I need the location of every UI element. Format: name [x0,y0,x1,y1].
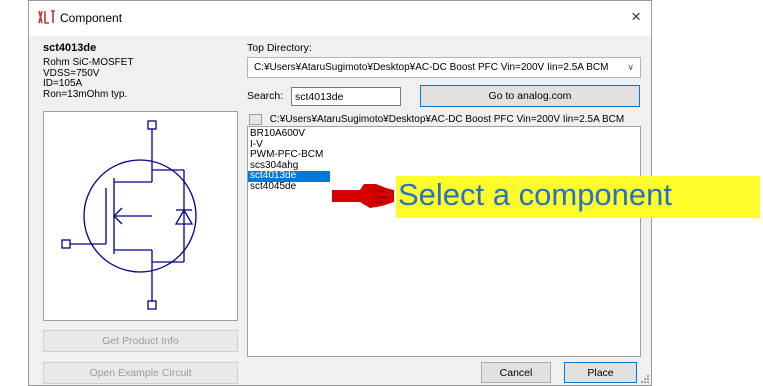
list-item[interactable]: PWM-PFC-BCM [248,149,640,161]
mosfet-symbol-icon [61,120,197,310]
description-line: ID=105A [43,78,83,89]
component-name: sct4013de [43,42,97,54]
close-icon[interactable]: × [631,8,641,26]
chevron-down-icon: ∨ [627,62,634,72]
resize-grip-icon[interactable] [641,375,649,383]
current-path-text: C:¥Users¥AtaruSugimoto¥Desktop¥AC-DC Boo… [269,114,625,126]
list-item[interactable]: scs304ahg [248,160,640,172]
title-bar: Component × [29,1,651,36]
file-list[interactable]: BR10A600V I-V PWM-PFC-BCM scs304ahg sct4… [247,126,641,357]
window-title: Component [60,11,123,25]
search-input[interactable] [291,87,401,106]
pointing-hand-icon [332,184,394,208]
search-label: Search: [247,90,284,102]
description-line: Ron=13mOhm typ. [43,88,128,100]
description-line: Rohm SiC-MOSFET [43,57,134,68]
current-path: C:¥Users¥AtaruSugimoto¥Desktop¥AC-DC Boo… [247,114,624,125]
component-description: Rohm SiC-MOSFET VDSS=750V ID=105A Ron=13… [43,57,134,100]
ltspice-logo-icon [38,10,55,24]
annotation-text: Select a component [398,177,673,212]
folder-icon [249,114,262,125]
top-directory-label: Top Directory: [247,42,312,54]
symbol-preview [43,111,238,321]
place-button[interactable]: Place [564,362,637,383]
list-item[interactable]: BR10A600V [248,128,640,140]
top-directory-select[interactable]: C:¥Users¥AtaruSugimoto¥Desktop¥AC-DC Boo… [247,57,641,78]
list-item-selected[interactable]: sct4013de [248,170,330,182]
go-to-analog-button[interactable]: Go to analog.com [420,85,640,107]
get-product-info-button[interactable]: Get Product Info [43,330,238,352]
top-directory-value: C:¥Users¥AtaruSugimoto¥Desktop¥AC-DC Boo… [254,62,609,73]
open-example-circuit-button[interactable]: Open Example Circuit [43,362,238,384]
cancel-button[interactable]: Cancel [481,362,551,383]
